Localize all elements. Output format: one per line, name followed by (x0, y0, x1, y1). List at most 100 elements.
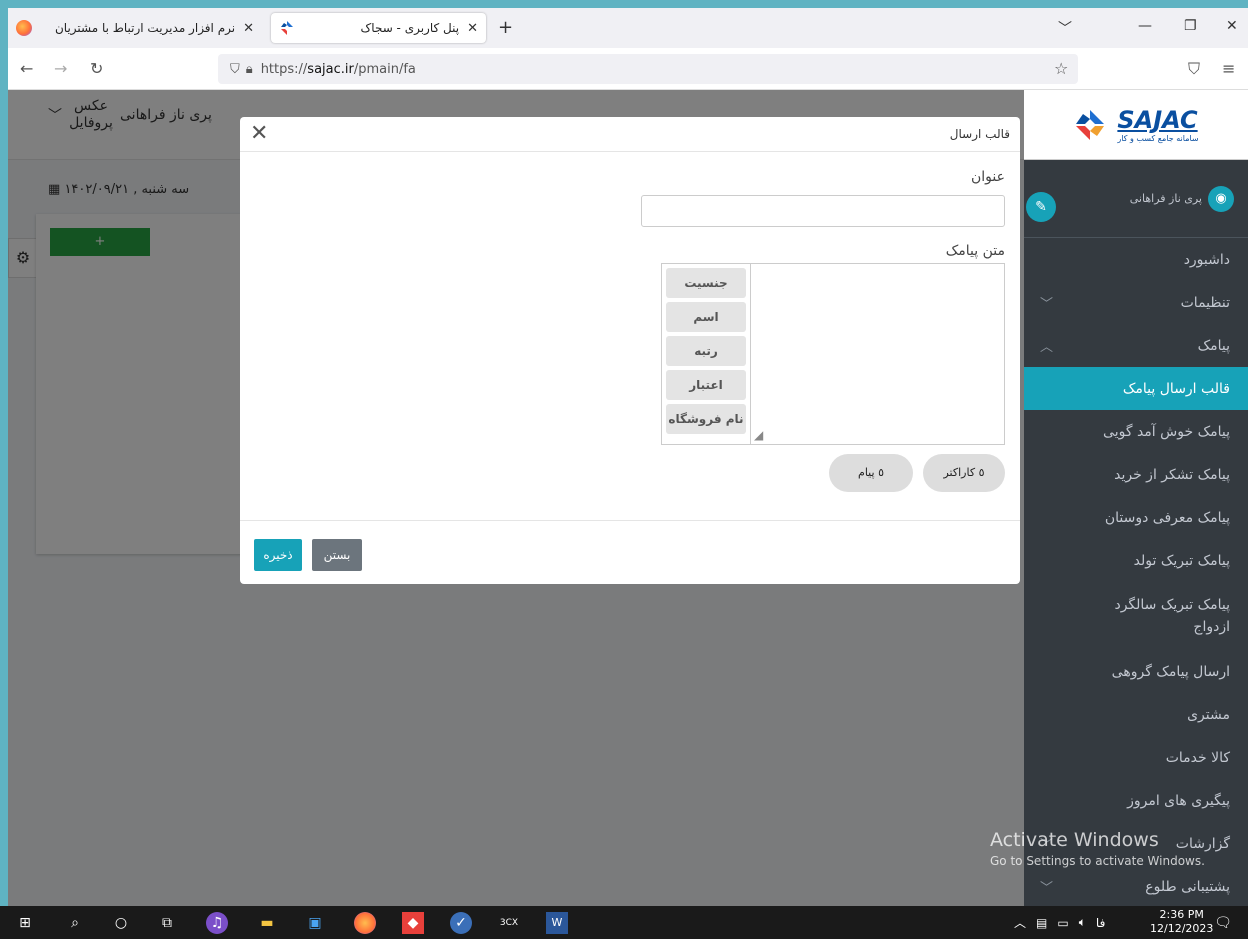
tab-sajac-panel[interactable]: ✕ پنل کاربری - سجاک (271, 13, 486, 43)
tab-close-icon[interactable]: ✕ (243, 21, 254, 36)
send-template-modal: قالب ارسال ✕ عنوان متن پیامک جنسیت اسم ر… (240, 117, 1020, 584)
restore-icon[interactable]: ❐ (1184, 18, 1197, 34)
chevron-icon: ︿ (1040, 340, 1054, 355)
volume-icon[interactable]: 🔈︎ (1079, 915, 1086, 930)
network-icon[interactable]: ▤ (1036, 916, 1047, 930)
pocket-icon[interactable]: ⛉ (1188, 59, 1200, 79)
watermark-subtitle: Go to Settings to activate Windows. (990, 854, 1205, 868)
resize-handle-icon[interactable]: ◢ (754, 428, 763, 442)
char-count-badge: ٥ کاراکتر (923, 454, 1005, 492)
word-icon[interactable]: W (546, 912, 568, 934)
tab-close-icon[interactable]: ✕ (467, 21, 478, 36)
sidebar-item[interactable]: پیامک ︿ (1024, 324, 1248, 367)
brand-logo[interactable]: SAJAC سامانه جامع کسب و کار (1024, 90, 1248, 160)
sidebar-item-label: قالب ارسال پیامک (1122, 380, 1230, 397)
task-view-icon[interactable]: ⧉ (156, 912, 178, 934)
sidebar-item[interactable]: پیامک معرفی دوستان (1024, 496, 1248, 539)
app-window-icon[interactable]: ▣ (304, 912, 326, 934)
user-name: پری ناز فراهانی (1129, 192, 1202, 205)
sidebar-item[interactable]: پیامک تبریک تولد (1024, 539, 1248, 582)
tab-list-chevron-icon[interactable]: ﹀ (1058, 18, 1072, 38)
sidebar-item-label: مشتری (1187, 706, 1230, 723)
tag-store-name-button[interactable]: نام فروشگاه (666, 404, 746, 434)
chevron-up-icon[interactable]: ︿ (1014, 914, 1026, 931)
chevron-icon: ﹀ (1040, 881, 1054, 896)
title-label: عنوان (971, 169, 1005, 185)
windows-start-icon[interactable]: ⊞ (14, 912, 36, 934)
sidebar-item[interactable]: پشتیبانی طلوع ﹀ (1024, 865, 1248, 906)
modal-title: قالب ارسال (949, 127, 1010, 141)
file-explorer-icon[interactable]: ▬ (256, 912, 278, 934)
tab-title: پنل کاربری - سجاک (360, 21, 460, 35)
camera-icon[interactable]: ◉ (1208, 185, 1234, 212)
menu-icon[interactable]: ≡ (1222, 59, 1235, 78)
edit-icon[interactable]: ✎ (1026, 192, 1056, 222)
sidebar-item-label: پیامک تشکر از خرید (1114, 466, 1230, 483)
save-button[interactable]: ذخیره (254, 539, 302, 571)
back-icon[interactable]: ← (20, 59, 33, 78)
close-icon[interactable]: ✕ (250, 123, 268, 145)
title-input[interactable] (641, 195, 1005, 227)
windows-taskbar: ⊞ ⌕ ○ ⧉ ♫ ▬ ▣ ◆ ✓ 3CX W ︿ ▤ ▭ 🔈︎ فا 2:36… (0, 906, 1248, 939)
bookmark-star-icon[interactable]: ☆ (1054, 59, 1068, 78)
close-window-icon[interactable]: ✕ (1226, 18, 1238, 34)
lock-icon[interactable]: 🔒︎ (246, 62, 253, 77)
forward-icon[interactable]: → (54, 59, 67, 78)
tag-name-button[interactable]: اسم (666, 302, 746, 332)
sidebar-item-label: پیامک تبریک تولد (1133, 552, 1230, 569)
sajac-favicon-icon (281, 21, 293, 35)
sidebar-item[interactable]: قالب ارسال پیامک (1024, 367, 1248, 410)
modal-header: قالب ارسال ✕ (240, 117, 1020, 152)
sidebar-item[interactable]: پیامک خوش آمد گویی (1024, 410, 1248, 453)
sidebar-item[interactable]: داشبورد (1024, 238, 1248, 281)
clock-date: 12/12/2023 (1150, 922, 1214, 935)
tag-credit-button[interactable]: اعتبار (666, 370, 746, 400)
minimize-icon[interactable]: — (1138, 18, 1152, 34)
close-button[interactable]: بستن (312, 539, 362, 571)
clock[interactable]: 2:36 PM 12/12/2023 (1150, 908, 1213, 936)
sidebar-item[interactable]: مشتری (1024, 693, 1248, 736)
cortana-icon[interactable]: ○ (110, 912, 132, 934)
system-tray: ︿ ▤ ▭ 🔈︎ فا (1014, 906, 1105, 939)
sidebar-item[interactable]: پیامک تشکر از خرید (1024, 453, 1248, 496)
notifications-icon[interactable]: 🗨︎ (1212, 912, 1234, 934)
url-path: /pmain/fa (353, 61, 416, 77)
search-icon[interactable]: ⌕ (64, 912, 86, 934)
itunes-icon[interactable]: ♫ (206, 912, 228, 934)
brand-subtitle: سامانه جامع کسب و کار (1117, 134, 1199, 143)
tag-column: جنسیت اسم رتبه اعتبار نام فروشگاه (662, 264, 751, 444)
sidebar-item-label: پشتیبانی طلوع (1145, 878, 1230, 895)
tab-crm[interactable]: ✕ نرم افزار مدیریت ارتباط با مشتریان (40, 13, 262, 43)
tag-rank-button[interactable]: رتبه (666, 336, 746, 366)
firefox-icon[interactable] (16, 20, 32, 36)
modal-footer: ذخیره بستن (240, 520, 1020, 584)
brand-name: SAJAC (1117, 106, 1198, 134)
sidebar-item-label: ارسال پیامک گروهی (1111, 663, 1230, 680)
tab-title: نرم افزار مدیریت ارتباط با مشتریان (54, 21, 236, 35)
screen: ✕ نرم افزار مدیریت ارتباط با مشتریان ✕ پ… (8, 8, 1248, 906)
vpn-icon[interactable]: ✓ (450, 912, 472, 934)
anydesk-icon[interactable]: ◆ (402, 912, 424, 934)
language-indicator[interactable]: فا (1096, 916, 1105, 930)
reload-icon[interactable]: ↻ (90, 59, 103, 78)
3cx-icon[interactable]: 3CX (498, 912, 520, 934)
sms-label: متن پیامک (945, 243, 1005, 259)
tag-gender-button[interactable]: جنسیت (666, 268, 746, 298)
sajac-logo-icon (1076, 109, 1105, 140)
firefox-taskbar-icon[interactable] (354, 912, 376, 934)
sidebar-item[interactable]: پیامک تبریک سالگرد ازدواج (1024, 582, 1248, 650)
message-count-badge: ٥ پیام (829, 454, 913, 492)
shield-icon[interactable]: ⛉ (230, 62, 240, 77)
sidebar-item[interactable]: تنظیمات ﹀ (1024, 281, 1248, 324)
sms-textarea[interactable]: جنسیت اسم رتبه اعتبار نام فروشگاه ◢ (661, 263, 1005, 445)
sidebar-item[interactable]: ارسال پیامک گروهی (1024, 650, 1248, 693)
sidebar: SAJAC سامانه جامع کسب و کار ◉ پری ناز فر… (1024, 90, 1248, 906)
browser-tab-bar: ✕ نرم افزار مدیریت ارتباط با مشتریان ✕ پ… (8, 8, 1248, 48)
sidebar-item[interactable]: کالا خدمات (1024, 736, 1248, 779)
new-tab-button[interactable]: + (498, 17, 513, 38)
sidebar-item-label: تنظیمات (1180, 294, 1230, 311)
display-icon[interactable]: ▭ (1057, 916, 1068, 930)
sidebar-item-label: پیامک خوش آمد گویی (1103, 423, 1230, 440)
sidebar-item[interactable]: پیگیری های امروز (1024, 779, 1248, 822)
url-bar[interactable]: ⛉ 🔒︎ https://sajac.ir/pmain/fa (218, 54, 1078, 84)
